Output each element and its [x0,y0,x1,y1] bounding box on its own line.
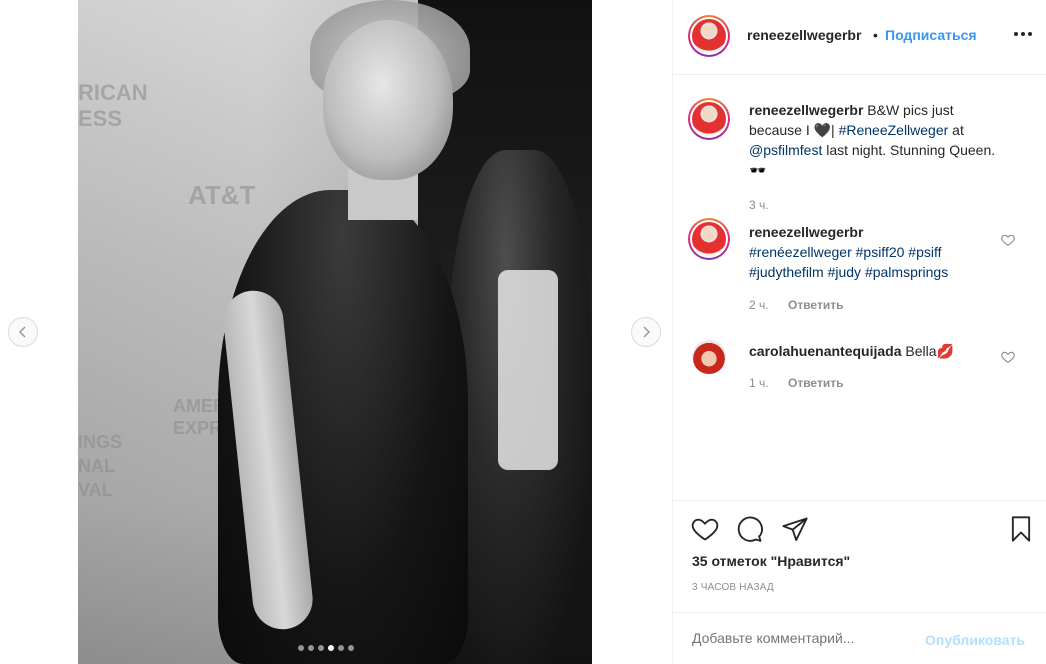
carousel-dot [338,645,344,651]
share-icon[interactable] [781,515,809,543]
comment-timestamp[interactable]: 2 ч. [749,298,769,312]
carousel-dot-active [328,645,334,651]
post-caption: reneezellwegerbr B&W pics just because I… [688,98,1033,218]
publish-button[interactable]: Опубликовать [925,632,1025,648]
commenter-avatar[interactable] [692,340,726,374]
wall-logo-text: AT&T [188,180,256,210]
likes-count[interactable]: 35 отметок "Нравится" [692,553,850,569]
carousel-dot [308,645,314,651]
caption-author-avatar[interactable] [688,98,730,140]
comment-text: reneezellwegerbr #renéezellweger #psiff20… [749,222,1009,282]
comment-text: carolahuenantequijada Bella💋 [749,341,1009,361]
wall-logo-text: INGS NAL VAL [78,432,123,500]
comment-body: Bella💋 [905,343,954,359]
hashtag-links[interactable]: #renéezellweger #psiff20 #psiff #judythe… [749,244,948,280]
comment-item: reneezellwegerbr #renéezellweger #psiff20… [688,218,1033,318]
reply-button[interactable]: Ответить [788,298,843,312]
previous-slide-button[interactable] [8,317,38,347]
more-options-icon[interactable] [1009,24,1037,44]
next-slide-button[interactable] [631,317,661,347]
comment-input[interactable] [692,630,912,646]
comment-timestamp[interactable]: 1 ч. [749,376,769,390]
mention-link[interactable]: @psfilmfest [749,142,822,158]
hashtag-link[interactable]: #ReneeZellweger [839,122,949,138]
carousel-dot [318,645,324,651]
post-sidebar: reneezellwegerbr • Подписаться reneezell… [672,0,1046,664]
author-username[interactable]: reneezellwegerbr [747,27,861,43]
wall-logo-text: RICAN ESS [78,80,148,131]
carousel-dot [348,645,354,651]
commenter-avatar[interactable] [688,218,730,260]
post-photo[interactable]: RICANESS AT&T AMERICANEXPRESS INGSNALVAL [78,0,592,664]
comment-like-heart-icon[interactable] [1001,350,1015,364]
woman-face [323,20,453,180]
save-bookmark-icon[interactable] [1007,515,1035,543]
author-avatar[interactable] [688,15,730,57]
comment-like-heart-icon[interactable] [1001,233,1015,247]
chevron-right-icon [643,326,651,338]
caption-body: at [948,122,964,138]
carousel-indicator [298,645,354,651]
reply-button[interactable]: Ответить [788,376,843,390]
add-comment-bar: Опубликовать [673,612,1046,664]
comment-author[interactable]: carolahuenantequijada [749,343,901,359]
follow-button[interactable]: Подписаться [885,27,977,43]
like-heart-icon[interactable] [691,515,719,543]
header-separator: • [873,27,878,43]
photographer-shirt [498,270,558,470]
comment-icon[interactable] [736,515,764,543]
chevron-left-icon [18,326,26,338]
caption-author[interactable]: reneezellwegerbr [749,102,863,118]
caption-timestamp[interactable]: 3 ч. [749,198,769,212]
comment-author[interactable]: reneezellwegerbr [749,224,863,240]
carousel-dot [298,645,304,651]
comment-item: carolahuenantequijada Bella💋 1 ч. Ответи… [688,340,1033,400]
post-header: reneezellwegerbr • Подписаться [673,0,1046,75]
post-timestamp[interactable]: 3 часов назад [692,582,774,593]
caption-text: reneezellwegerbr B&W pics just because I… [749,100,1009,180]
